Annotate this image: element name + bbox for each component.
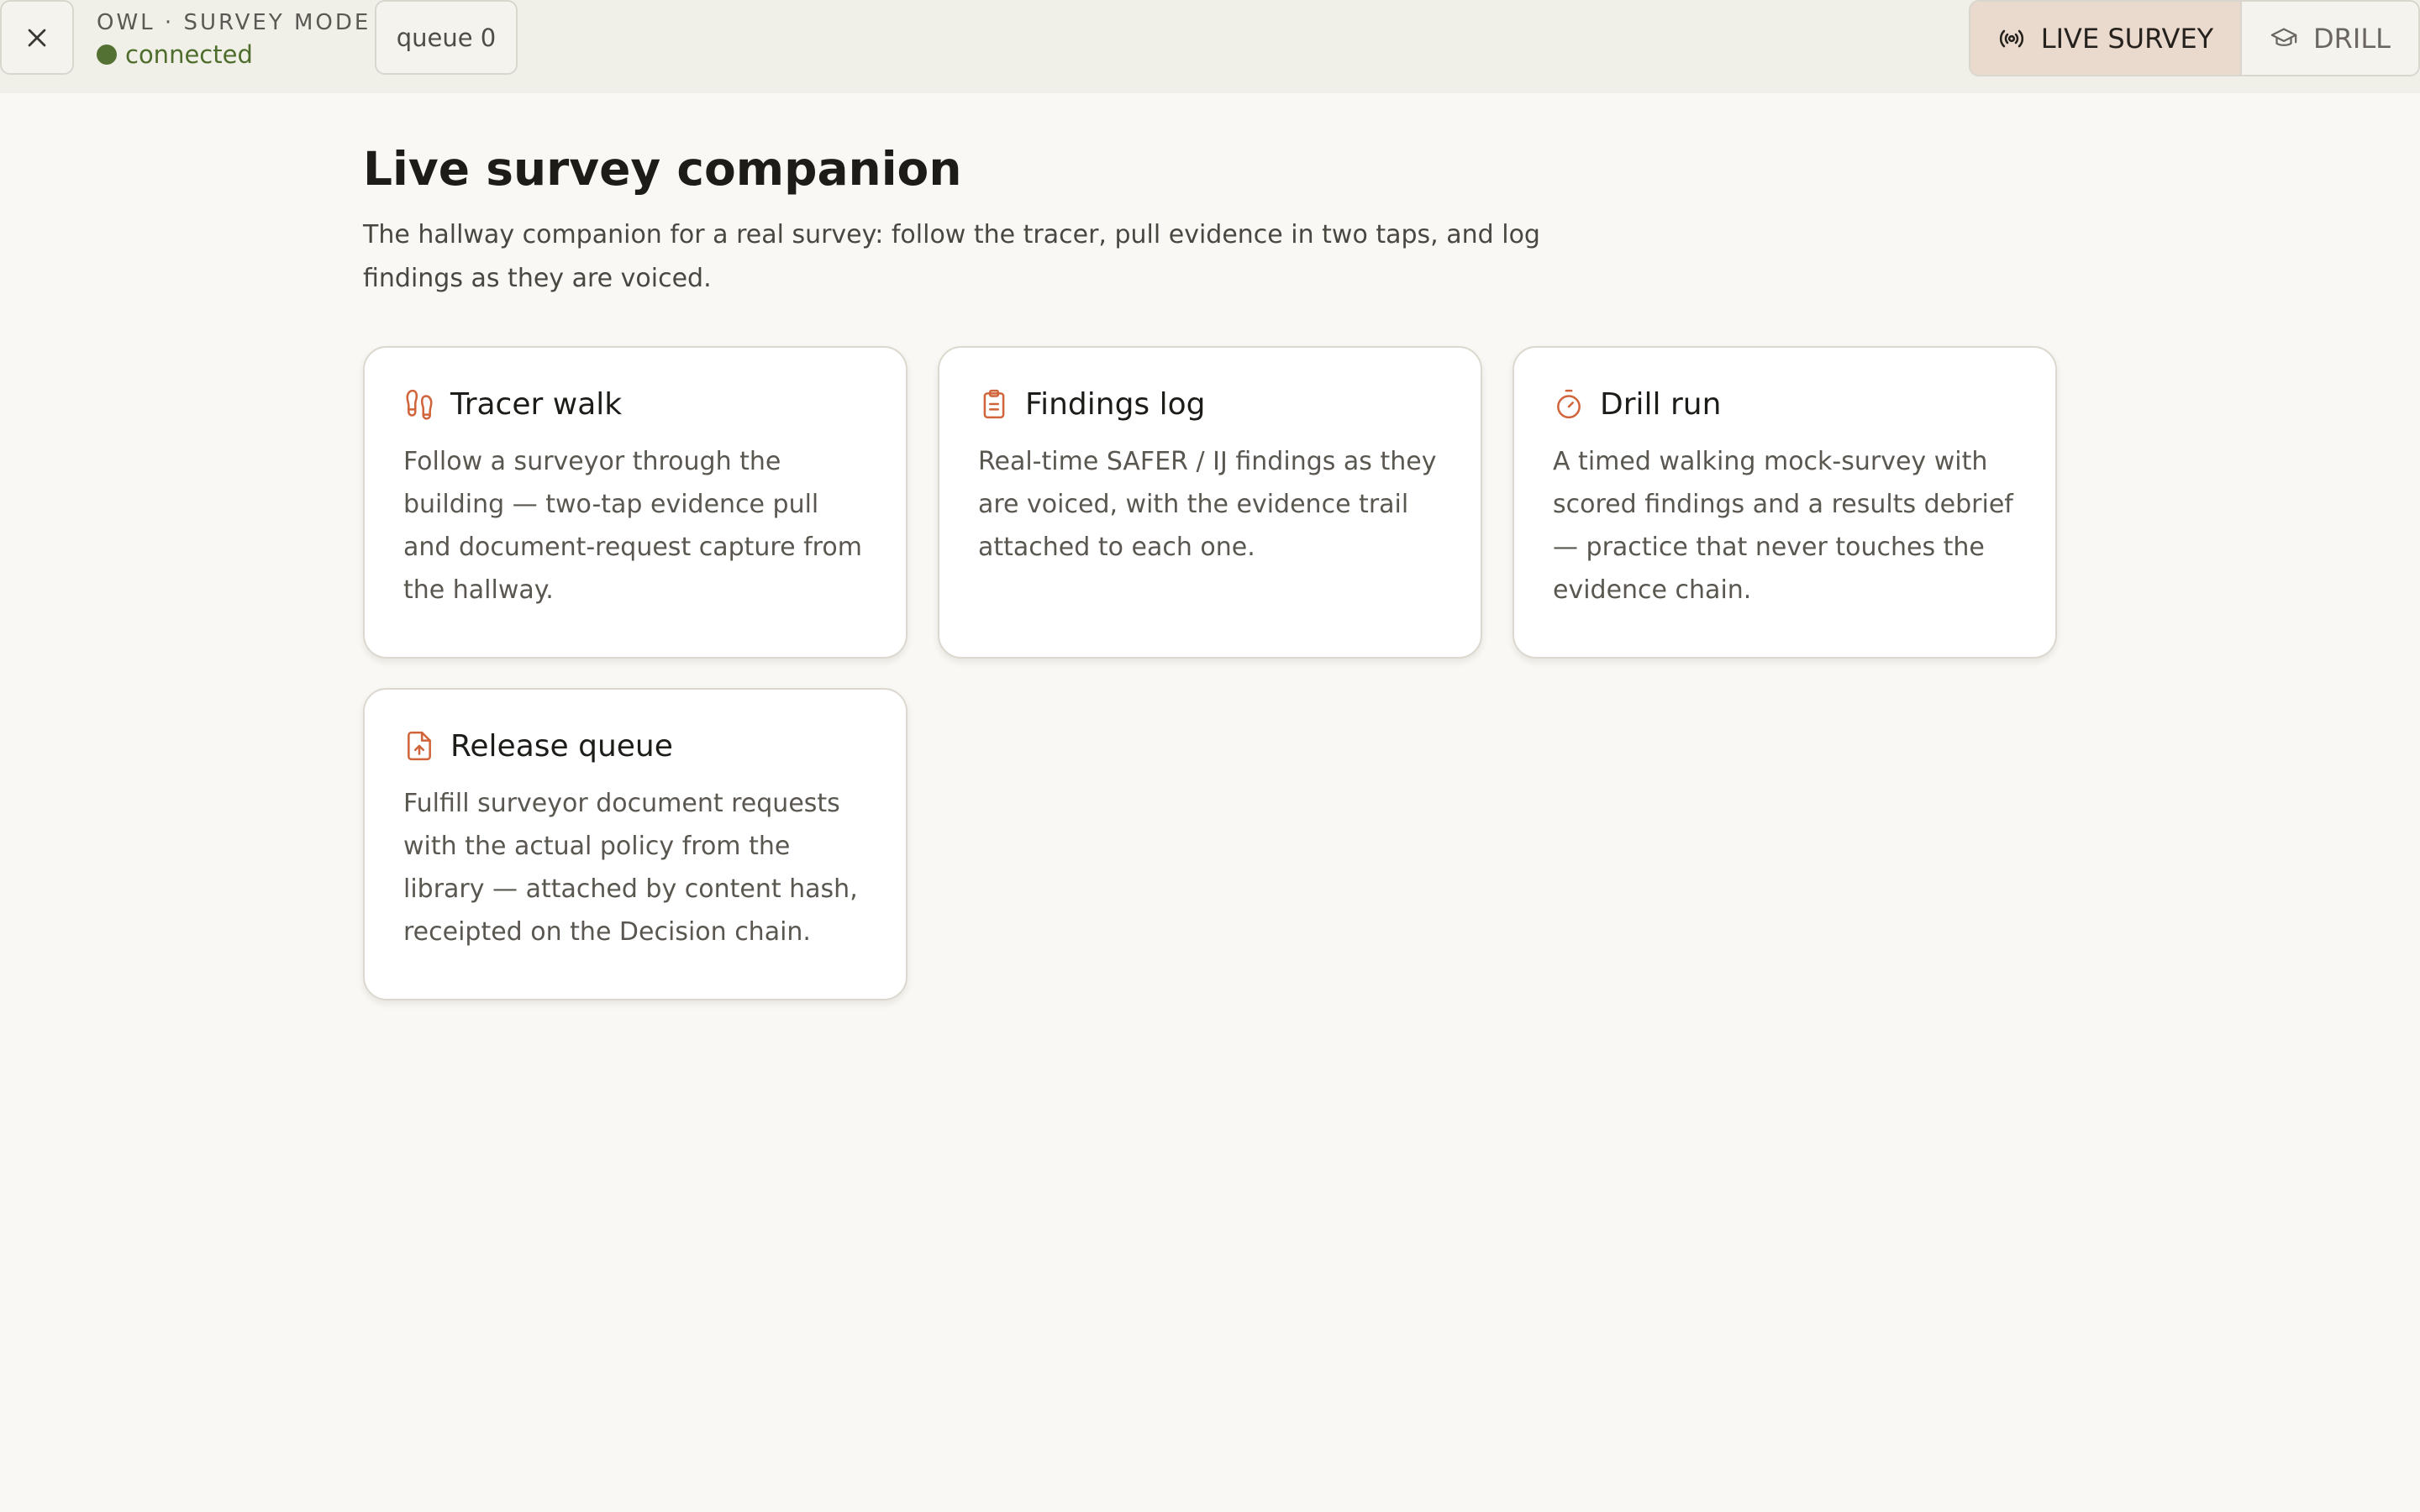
page-title: Live survey companion [363, 142, 962, 196]
card-tracer-walk[interactable]: Tracer walk Follow a surveyor through th… [363, 346, 908, 659]
close-button[interactable] [0, 0, 74, 75]
card-header: Tracer walk [403, 385, 869, 423]
card-drill-run[interactable]: Drill run A timed walking mock-survey wi… [1512, 346, 2057, 659]
brand: OWL · SURVEY MODE connected [97, 10, 371, 69]
footprints-icon [406, 389, 433, 420]
queue-button[interactable]: queue 0 [375, 0, 518, 75]
mode-live-survey-label: LIVE SURVEY [2040, 22, 2214, 55]
mode-drill-button[interactable]: DRILL [2242, 2, 2418, 75]
card-header: Drill run [1553, 385, 2018, 423]
mode-drill-label: DRILL [2313, 22, 2391, 55]
graduation-cap-icon [2270, 28, 2297, 46]
card-title: Drill run [1600, 386, 1722, 422]
clipboard-icon [983, 389, 1005, 419]
broadcast-icon [1999, 29, 2023, 47]
card-title: Tracer walk [450, 386, 623, 422]
card-title: Findings log [1025, 386, 1206, 422]
connection-status: connected [97, 40, 371, 69]
card-description: Real-time SAFER / IJ findings as they ar… [978, 447, 1437, 562]
close-icon [28, 29, 46, 46]
file-upload-icon [408, 731, 431, 761]
card-header: Findings log [978, 385, 1444, 423]
card-title: Release queue [450, 728, 673, 764]
mode-switch: LIVE SURVEY DRILL [1969, 0, 2420, 76]
mode-live-survey-button[interactable]: LIVE SURVEY [1970, 2, 2242, 75]
page-description: The hallway companion for a real survey:… [363, 220, 1540, 293]
top-bar: OWL · SURVEY MODE connected queue 0 LIVE… [0, 0, 2420, 93]
status-dot-icon [97, 45, 117, 65]
connection-status-label: connected [125, 40, 253, 69]
card-description: Fulfill surveyor document requests with … [403, 789, 858, 947]
card-description: A timed walking mock-survey with scored … [1553, 447, 2013, 605]
card-header: Release queue [403, 727, 869, 765]
card-description: Follow a surveyor through the building —… [403, 447, 862, 605]
card-findings-log[interactable]: Findings log Real-time SAFER / IJ findin… [938, 346, 1482, 659]
brand-title: OWL · SURVEY MODE [97, 10, 371, 35]
stopwatch-icon [1557, 389, 1581, 419]
card-release-queue[interactable]: Release queue Fulfill surveyor document … [363, 688, 908, 1000]
